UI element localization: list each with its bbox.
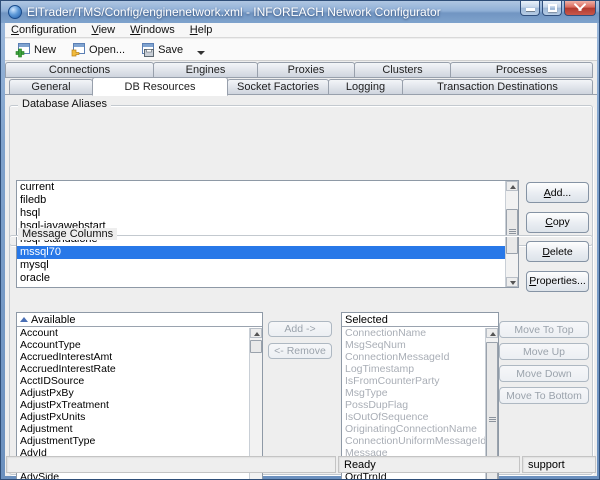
status-user: support	[522, 456, 596, 473]
status-message: Ready	[338, 456, 520, 473]
menu-item-view[interactable]: View	[91, 24, 115, 36]
sort-ascending-icon	[20, 317, 28, 322]
selected-column-connectionuniformmessageid[interactable]: ConnectionUniformMessageId	[342, 435, 498, 447]
move-to-bottom-button[interactable]: Move To Bottom	[499, 387, 589, 404]
available-column-account[interactable]: Account	[17, 327, 262, 339]
new-button-label: New	[34, 44, 56, 56]
available-column-accruedinterestrate[interactable]: AccruedInterestRate	[17, 363, 262, 375]
alias-item-hsql[interactable]: hsql	[17, 207, 518, 220]
selected-column-logtimestamp[interactable]: LogTimestamp	[342, 363, 498, 375]
close-button[interactable]	[564, 1, 596, 16]
window-title: ElTrader/TMS/Config/enginenetwork.xml - …	[27, 5, 441, 19]
selected-header-label: Selected	[345, 313, 388, 327]
app-icon	[8, 5, 22, 19]
new-document-icon	[15, 42, 31, 58]
new-button[interactable]: New	[13, 41, 58, 59]
selected-column-msgseqnum[interactable]: MsgSeqNum	[342, 339, 498, 351]
add-button[interactable]: Add...	[526, 182, 589, 203]
available-column-adjustpxunits[interactable]: AdjustPxUnits	[17, 411, 262, 423]
save-button[interactable]: Save	[137, 41, 185, 59]
copy-button[interactable]: Copy	[526, 212, 589, 233]
selected-column-header[interactable]: Selected	[342, 313, 498, 327]
available-column-adjustpxtreatment[interactable]: AdjustPxTreatment	[17, 399, 262, 411]
tab-proxies[interactable]: Proxies	[257, 62, 355, 78]
scroll-up-icon[interactable]	[506, 181, 518, 191]
properties-button[interactable]: Properties...	[526, 271, 589, 292]
selected-column-msgtype[interactable]: MsgType	[342, 387, 498, 399]
remove-columns-button[interactable]: <- Remove	[268, 343, 332, 359]
available-header-label: Available	[31, 313, 75, 327]
status-bar: Ready support	[5, 456, 597, 473]
open-folder-icon	[70, 42, 86, 58]
db-resources-panel: Database Aliases currentfiledbhsqlhsql-j…	[5, 94, 597, 455]
app-window: ElTrader/TMS/Config/enginenetwork.xml - …	[0, 0, 600, 480]
selected-column-possdupflag[interactable]: PossDupFlag	[342, 399, 498, 411]
open-button-label: Open...	[89, 44, 125, 56]
toolbar: New Open... Save	[5, 39, 597, 61]
tab-processes[interactable]: Processes	[450, 62, 593, 78]
database-aliases-title: Database Aliases	[18, 98, 111, 110]
minimize-icon	[526, 8, 535, 11]
add-columns-button[interactable]: Add ->	[268, 321, 332, 337]
available-scroll-thumb[interactable]	[250, 340, 262, 353]
selected-column-connectionmessageid[interactable]: ConnectionMessageId	[342, 351, 498, 363]
save-disk-icon	[139, 42, 155, 58]
available-column-adjustment[interactable]: Adjustment	[17, 423, 262, 435]
client-area: Configuration View Windows Help New Open...	[5, 23, 597, 476]
selected-column-isoutofsequence[interactable]: IsOutOfSequence	[342, 411, 498, 423]
move-down-button[interactable]: Move Down	[499, 365, 589, 382]
save-button-label: Save	[158, 44, 183, 56]
scroll-up-icon[interactable]	[250, 328, 262, 338]
menu-item-windows[interactable]: Windows	[130, 24, 175, 36]
tab-logging[interactable]: Logging	[328, 79, 403, 95]
menu-item-help[interactable]: Help	[190, 24, 213, 36]
title-bar[interactable]: ElTrader/TMS/Config/enginenetwork.xml - …	[1, 1, 599, 23]
maximize-icon	[548, 4, 557, 12]
available-column-acctidsource[interactable]: AcctIDSource	[17, 375, 262, 387]
tab-transaction-destinations[interactable]: Transaction Destinations	[402, 79, 593, 95]
menu-bar: Configuration View Windows Help	[5, 23, 597, 38]
tab-general[interactable]: General	[9, 79, 93, 95]
alias-item-current[interactable]: current	[17, 181, 518, 194]
selected-column-connectionname[interactable]: ConnectionName	[342, 327, 498, 339]
tab-socket-factories[interactable]: Socket Factories	[227, 79, 329, 95]
open-button[interactable]: Open...	[68, 41, 127, 59]
selected-column-originatingconnectionname[interactable]: OriginatingConnectionName	[342, 423, 498, 435]
tab-db-resources[interactable]: DB Resources	[92, 77, 228, 96]
available-column-accounttype[interactable]: AccountType	[17, 339, 262, 351]
delete-button[interactable]: Delete	[526, 241, 589, 262]
message-columns-title: Message Columns	[18, 228, 117, 240]
alias-item-filedb[interactable]: filedb	[17, 194, 518, 207]
scroll-up-icon[interactable]	[486, 328, 498, 338]
tab-connections[interactable]: Connections	[5, 62, 154, 78]
status-cell-empty	[6, 456, 336, 473]
move-to-top-button[interactable]: Move To Top	[499, 321, 589, 338]
move-up-button[interactable]: Move Up	[499, 343, 589, 360]
available-columns-list[interactable]: Available AccountAccountTypeAccruedInter…	[16, 312, 263, 480]
maximize-button[interactable]	[542, 1, 562, 16]
tab-clusters[interactable]: Clusters	[354, 62, 451, 78]
tab-engines[interactable]: Engines	[153, 62, 258, 78]
available-column-accruedinterestamt[interactable]: AccruedInterestAmt	[17, 351, 262, 363]
minimize-button[interactable]	[520, 1, 540, 16]
selected-columns-list[interactable]: Selected ConnectionNameMsgSeqNumConnecti…	[341, 312, 499, 480]
available-column-adjustmenttype[interactable]: AdjustmentType	[17, 435, 262, 447]
menu-item-configuration[interactable]: Configuration	[11, 24, 76, 36]
toolbar-overflow-arrow-icon[interactable]	[197, 51, 205, 55]
selected-column-isfromcounterparty[interactable]: IsFromCounterParty	[342, 375, 498, 387]
available-column-adjustpxby[interactable]: AdjustPxBy	[17, 387, 262, 399]
available-column-header[interactable]: Available	[17, 313, 262, 327]
